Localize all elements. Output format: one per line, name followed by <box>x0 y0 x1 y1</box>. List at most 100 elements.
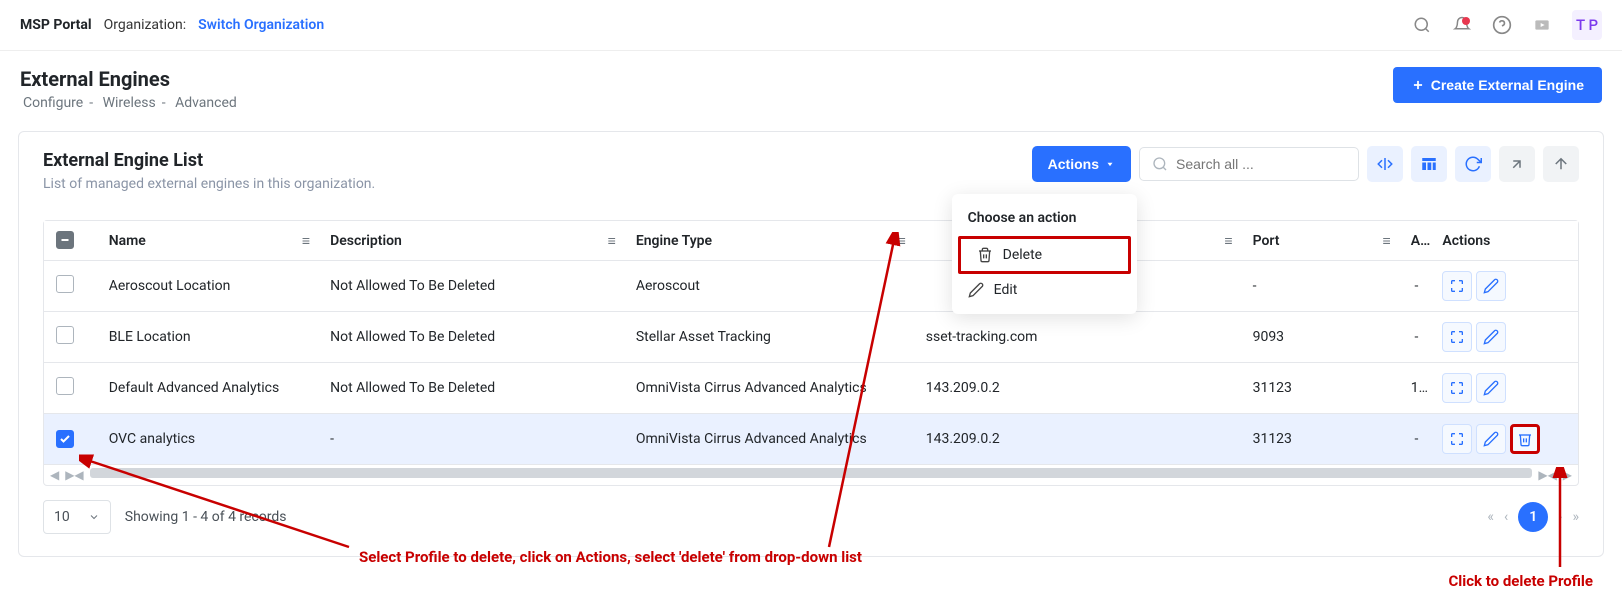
table-row[interactable]: BLE LocationNot Allowed To Be DeletedSte… <box>44 312 1578 363</box>
edit-row-button[interactable] <box>1476 322 1506 352</box>
cell-port: 31123 <box>1241 363 1399 414</box>
expand-row-button[interactable] <box>1442 373 1472 403</box>
cell-description: - <box>318 414 624 465</box>
topbar-right: T P <box>1412 10 1602 40</box>
annotation-arrow-2 <box>819 232 939 552</box>
delete-row-button[interactable] <box>1510 424 1540 454</box>
col-menu-icon[interactable]: ≡ <box>1383 232 1391 249</box>
cell-description: Not Allowed To Be Deleted <box>318 261 624 312</box>
portal-name: MSP Portal <box>20 17 92 33</box>
col-menu-icon[interactable]: ≡ <box>1224 232 1232 249</box>
columns-button[interactable] <box>1411 146 1447 182</box>
pencil-icon <box>968 282 984 298</box>
breadcrumb: Configure- Wireless- Advanced <box>20 95 240 111</box>
cell-actions <box>1430 312 1578 363</box>
org-label: Organization: <box>104 17 187 33</box>
search-global-icon[interactable] <box>1412 15 1432 35</box>
help-icon[interactable] <box>1492 15 1512 35</box>
annotation-arrow-1 <box>79 452 359 552</box>
cell-name: BLE Location <box>97 312 318 363</box>
col-name[interactable]: Name≡ <box>97 221 318 261</box>
row-checkbox[interactable] <box>56 326 74 344</box>
cell-asset: - <box>1399 414 1431 465</box>
cell-port: 31123 <box>1241 414 1399 465</box>
panel-toolbar: Actions Choose an action Delete Edit <box>1032 146 1579 182</box>
cell-asset: 14 <box>1399 363 1431 414</box>
search-all-box[interactable] <box>1139 147 1359 181</box>
caret-down-icon <box>1105 159 1115 169</box>
page-heading-block: External Engines Configure- Wireless- Ad… <box>20 67 240 111</box>
breadcrumb-item[interactable]: Wireless <box>103 95 156 111</box>
page-header: External Engines Configure- Wireless- Ad… <box>0 51 1622 121</box>
cell-asset: - <box>1399 312 1431 363</box>
actions-btn-label: Actions <box>1048 156 1099 172</box>
cell-name: Default Advanced Analytics <box>97 363 318 414</box>
row-checkbox[interactable] <box>56 430 74 448</box>
upload-button[interactable] <box>1543 146 1579 182</box>
dropdown-item-edit[interactable]: Edit <box>952 274 1137 306</box>
external-engine-panel: External Engine List List of managed ext… <box>18 131 1604 557</box>
actions-dropdown-menu: Choose an action Delete Edit <box>952 194 1137 314</box>
pager-current[interactable]: 1 <box>1518 502 1548 532</box>
export-button[interactable] <box>1499 146 1535 182</box>
topbar-left: MSP Portal Organization: Switch Organiza… <box>20 17 324 33</box>
expand-row-button[interactable] <box>1442 424 1472 454</box>
search-input[interactable] <box>1176 156 1346 172</box>
actions-button[interactable]: Actions <box>1032 146 1131 182</box>
dropdown-item-delete[interactable]: Delete <box>958 236 1131 274</box>
refresh-button[interactable] <box>1455 146 1491 182</box>
col-port[interactable]: Port≡ <box>1241 221 1399 261</box>
dropdown-title: Choose an action <box>952 206 1137 236</box>
col-description[interactable]: Description≡ <box>318 221 624 261</box>
cell-port: - <box>1241 261 1399 312</box>
row-checkbox[interactable] <box>56 377 74 395</box>
search-icon <box>1152 156 1168 172</box>
select-all-checkbox[interactable] <box>56 231 74 249</box>
breadcrumb-item[interactable]: Advanced <box>175 95 237 111</box>
create-external-engine-button[interactable]: Create External Engine <box>1393 67 1602 103</box>
cell-actions <box>1430 363 1578 414</box>
edit-row-button[interactable] <box>1476 373 1506 403</box>
table-row[interactable]: Default Advanced AnalyticsNot Allowed To… <box>44 363 1578 414</box>
notifications-icon[interactable] <box>1452 15 1472 35</box>
expand-row-button[interactable] <box>1442 271 1472 301</box>
col-menu-icon[interactable]: ≡ <box>608 232 616 249</box>
col-actions: Actions <box>1430 221 1578 261</box>
col-menu-icon[interactable]: ≡ <box>302 232 310 249</box>
cell-asset: - <box>1399 261 1431 312</box>
cell-actions <box>1430 414 1578 465</box>
table-row[interactable]: Aeroscout LocationNot Allowed To Be Dele… <box>44 261 1578 312</box>
annotation-text-1: Select Profile to delete, click on Actio… <box>359 548 862 566</box>
annotation-text-2: Click to delete Profile <box>1448 572 1593 590</box>
annotation-arrow-3 <box>1545 467 1575 572</box>
cell-description: Not Allowed To Be Deleted <box>318 363 624 414</box>
edit-row-button[interactable] <box>1476 424 1506 454</box>
table-header-row: Name≡ Description≡ Engine Type≡ ≡ Port≡ … <box>44 221 1578 261</box>
collapse-columns-button[interactable] <box>1367 146 1403 182</box>
edit-row-button[interactable] <box>1476 271 1506 301</box>
engine-table-wrap: Name≡ Description≡ Engine Type≡ ≡ Port≡ … <box>43 220 1579 486</box>
pager-prev-icon[interactable]: ‹ <box>1504 509 1508 525</box>
page-size-value: 10 <box>54 509 70 525</box>
cell-url: 143.209.0.2 <box>914 363 1241 414</box>
dropdown-delete-label: Delete <box>1003 247 1042 263</box>
video-icon[interactable] <box>1532 15 1552 35</box>
col-asset[interactable]: As <box>1399 221 1431 261</box>
dropdown-edit-label: Edit <box>994 282 1018 298</box>
row-checkbox[interactable] <box>56 275 74 293</box>
expand-row-button[interactable] <box>1442 322 1472 352</box>
col-checkbox[interactable] <box>44 221 97 261</box>
cell-name: Aeroscout Location <box>97 261 318 312</box>
breadcrumb-item[interactable]: Configure <box>23 95 83 111</box>
cell-description: Not Allowed To Be Deleted <box>318 312 624 363</box>
trash-icon <box>977 247 993 263</box>
page-title: External Engines <box>20 67 240 91</box>
switch-org-link[interactable]: Switch Organization <box>198 17 324 33</box>
cell-port: 9093 <box>1241 312 1399 363</box>
user-avatar[interactable]: T P <box>1572 10 1602 40</box>
cell-url: sset-tracking.com <box>914 312 1241 363</box>
engine-table: Name≡ Description≡ Engine Type≡ ≡ Port≡ … <box>44 221 1578 465</box>
actions-dropdown-wrap: Actions Choose an action Delete Edit <box>1032 146 1131 182</box>
pager-first-icon[interactable]: « <box>1487 509 1494 525</box>
plus-icon <box>1411 78 1425 92</box>
